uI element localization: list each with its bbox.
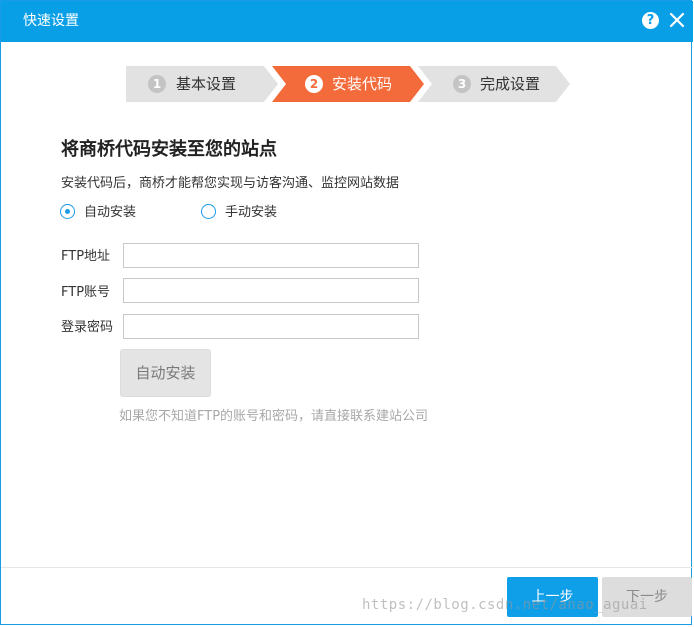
step-number: 1 bbox=[148, 75, 166, 93]
footer-divider bbox=[1, 567, 693, 568]
page-heading: 将商桥代码安装至您的站点 bbox=[61, 139, 277, 160]
step-label: 基本设置 bbox=[176, 75, 237, 93]
close-icon[interactable] bbox=[667, 10, 687, 30]
step-label: 安装代码 bbox=[332, 75, 393, 93]
ftp-address-label: FTP地址 bbox=[61, 249, 111, 264]
ftp-address-input[interactable] bbox=[123, 243, 419, 268]
step-install-code: 2 安装代码 bbox=[272, 66, 424, 102]
radio-button-unchecked[interactable] bbox=[201, 204, 216, 219]
title-bar: 快速设置 ? bbox=[1, 1, 693, 42]
help-icon[interactable]: ? bbox=[642, 12, 659, 29]
radio-auto-install[interactable]: 自动安装 bbox=[60, 204, 160, 222]
step-basic-settings: 1 基本设置 bbox=[126, 66, 278, 102]
step-number: 3 bbox=[453, 75, 471, 93]
step-number: 2 bbox=[305, 75, 323, 93]
step-finish-settings: 3 完成设置 bbox=[418, 66, 570, 102]
ftp-hint-text: 如果您不知道FTP的账号和密码，请直接联系建站公司 bbox=[119, 409, 429, 424]
radio-manual-install[interactable]: 手动安装 bbox=[201, 204, 301, 222]
ftp-account-label: FTP账号 bbox=[61, 285, 111, 300]
login-password-input[interactable] bbox=[123, 314, 419, 339]
login-password-label: 登录密码 bbox=[61, 320, 114, 335]
watermark-text: https://blog.csdn.net/anao_aguai bbox=[362, 597, 648, 613]
auto-install-button[interactable]: 自动安装 bbox=[120, 349, 211, 397]
page-description: 安装代码后，商桥才能帮您实现与访客沟通、监控网站数据 bbox=[61, 176, 400, 191]
quick-settings-dialog: 快速设置 ? 1 基本设置 2 安装代码 3 完成设置 将商桥代码安装至您的站点… bbox=[0, 0, 693, 625]
radio-button-checked[interactable] bbox=[60, 204, 75, 219]
window-title: 快速设置 bbox=[23, 13, 79, 29]
ftp-account-input[interactable] bbox=[123, 278, 419, 303]
step-label: 完成设置 bbox=[480, 75, 541, 93]
wizard-steps: 1 基本设置 2 安装代码 3 完成设置 bbox=[126, 66, 571, 102]
radio-label: 自动安装 bbox=[84, 205, 137, 220]
radio-label: 手动安装 bbox=[225, 205, 278, 220]
